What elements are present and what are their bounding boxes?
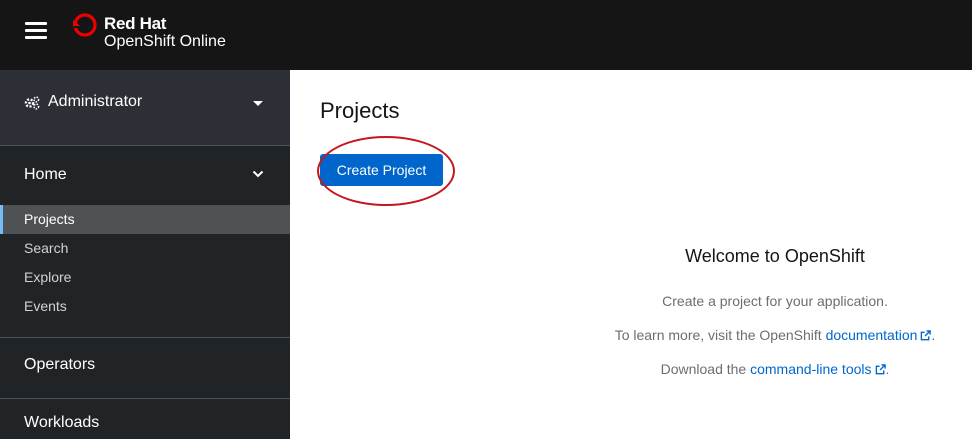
create-project-button[interactable]: Create Project [320, 154, 443, 186]
sidebar-item-label: Projects [24, 211, 75, 227]
sidebar-item-search[interactable]: Search [0, 234, 290, 263]
welcome-title: Welcome to OpenShift [685, 246, 865, 266]
welcome-docs-line: To learn more, visit the OpenShift docum… [590, 327, 960, 343]
nav-section-workloads[interactable]: Workloads [0, 399, 290, 439]
nav-section-operators[interactable]: Operators [0, 338, 290, 390]
redhat-logo-icon [73, 13, 97, 37]
caret-down-icon [253, 101, 263, 106]
docs-suffix: . [931, 327, 936, 343]
nav-section-label: Workloads [24, 414, 100, 431]
hamburger-icon[interactable] [25, 21, 47, 41]
masthead: Red Hat OpenShift Online [0, 0, 972, 70]
sidebar-item-explore[interactable]: Explore [0, 263, 290, 292]
sidebar-item-label: Explore [24, 269, 72, 285]
nav-section-home[interactable]: Home [0, 148, 290, 200]
sidebar-item-label: Events [24, 298, 67, 314]
documentation-link[interactable]: documentation [826, 327, 932, 343]
external-link-icon [875, 364, 886, 375]
page-title: Projects [320, 98, 400, 123]
command-line-tools-link[interactable]: command-line tools [750, 361, 886, 377]
nav-section-label: Home [24, 166, 67, 183]
documentation-link-label: documentation [825, 327, 918, 343]
product-name: OpenShift Online [104, 33, 226, 50]
perspective-switcher[interactable]: Administrator [0, 70, 290, 146]
brand-logo[interactable]: Red Hat OpenShift Online [72, 11, 252, 55]
main-content: Projects Create Project Welcome to OpenS… [290, 70, 972, 439]
welcome-empty-state: Welcome to OpenShift Create a project fo… [590, 246, 960, 395]
sidebar: Administrator Home Projects Search Explo… [0, 70, 290, 439]
nav-section-label: Operators [24, 356, 96, 373]
external-link-icon [921, 330, 932, 341]
command-line-tools-link-label: command-line tools [750, 361, 872, 377]
welcome-text: Create a project for your application. [662, 293, 888, 309]
cli-prefix: Download the [660, 361, 751, 377]
sidebar-item-label: Search [24, 240, 69, 256]
cli-suffix: . [885, 361, 890, 377]
sidebar-item-events[interactable]: Events [0, 292, 290, 321]
perspective-label: Administrator [48, 93, 143, 110]
welcome-cli-line: Download the command-line tools. [590, 361, 960, 377]
sidebar-item-projects[interactable]: Projects [0, 205, 290, 234]
docs-prefix: To learn more, visit the OpenShift [614, 327, 826, 343]
cogs-icon [24, 96, 40, 110]
brand-name: Red Hat [104, 14, 167, 33]
chevron-down-icon [252, 170, 264, 178]
